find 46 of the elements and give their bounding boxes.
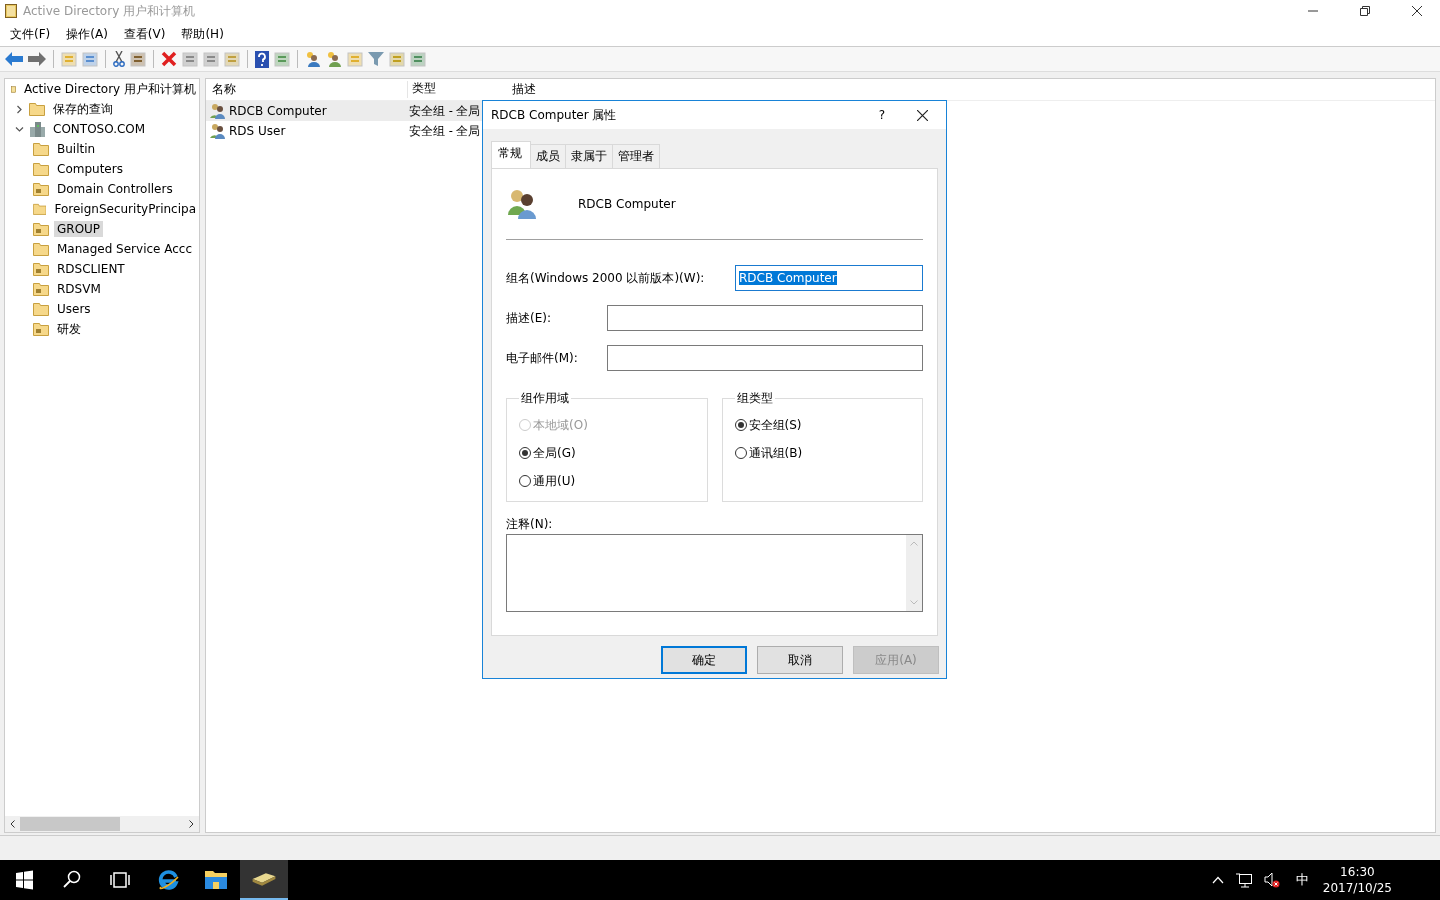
tree-item[interactable]: GROUP — [54, 221, 104, 237]
radio-label[interactable]: 通用(U) — [533, 472, 576, 490]
menu-item[interactable]: 查看(V) — [123, 25, 166, 43]
tree-item[interactable]: Managed Service Accc — [54, 241, 196, 257]
help-button[interactable]: ? — [878, 108, 885, 122]
input-method[interactable]: 中 — [1295, 871, 1309, 889]
menu-item[interactable]: 操作(A) — [66, 25, 108, 43]
tree-item[interactable]: Active Directory 用户和计算机 — [20, 79, 199, 99]
tree-item[interactable]: RDSVM — [54, 281, 104, 297]
group-title: 组类型 — [735, 390, 774, 407]
field-label: 电子邮件(M): — [506, 349, 579, 367]
dialog-title: RDCB Computer 属性 — [491, 106, 617, 124]
table-cell-text: 安全组 - 全局 — [408, 123, 482, 139]
clock-date[interactable]: 2017/10/25 — [1322, 880, 1392, 896]
column-header[interactable]: 类型 — [408, 81, 506, 96]
tree-item[interactable]: RDSCLIENT — [54, 261, 128, 277]
group-title: 组作用域 — [520, 390, 570, 407]
tree-item[interactable]: Builtin — [54, 141, 99, 157]
radio-label[interactable]: 全局(G) — [533, 444, 576, 462]
radio-label[interactable]: 通讯组(B) — [748, 444, 803, 462]
tree-item[interactable]: Users — [54, 301, 94, 317]
table-cell: RDS User — [229, 124, 286, 138]
tree-item[interactable]: Domain Controllers — [54, 181, 176, 197]
tree-item[interactable]: CONTOSO.COM — [50, 121, 149, 137]
menu-item[interactable]: 文件(F) — [10, 25, 51, 43]
field-label: 组名(Windows 2000 以前版本)(W): — [506, 269, 706, 287]
clock-time[interactable]: 16:30 — [1340, 864, 1375, 880]
radio-label[interactable]: 安全组(S) — [748, 416, 802, 434]
tree-item[interactable]: ForeignSecurityPrincipa — [51, 201, 199, 217]
tree-item[interactable]: Computers — [54, 161, 126, 177]
field-label: 注释(N): — [506, 516, 554, 533]
object-name: RDCB Computer — [578, 197, 676, 211]
tab[interactable]: 管理者 — [612, 144, 660, 168]
list-row[interactable]: RDS User 安全组 - 全局 — [206, 121, 706, 141]
tree-item[interactable]: 保存的查询 — [50, 99, 116, 119]
table-cell: RDCB Computer — [229, 104, 327, 118]
menu-item[interactable]: 帮助(H) — [181, 25, 224, 43]
column-header[interactable]: 描述 — [506, 81, 536, 98]
text-field[interactable]: RDCB Computer — [735, 265, 923, 291]
field-label: 描述(E): — [506, 309, 552, 327]
column-header[interactable]: 名称 — [206, 81, 408, 98]
dialog-button[interactable]: 取消 — [757, 646, 843, 674]
tree-item[interactable]: 研发 — [54, 319, 84, 339]
dialog-button[interactable]: 确定 — [661, 646, 747, 674]
tab[interactable]: 常规 — [491, 141, 531, 168]
window-title: Active Directory 用户和计算机 — [23, 2, 196, 20]
